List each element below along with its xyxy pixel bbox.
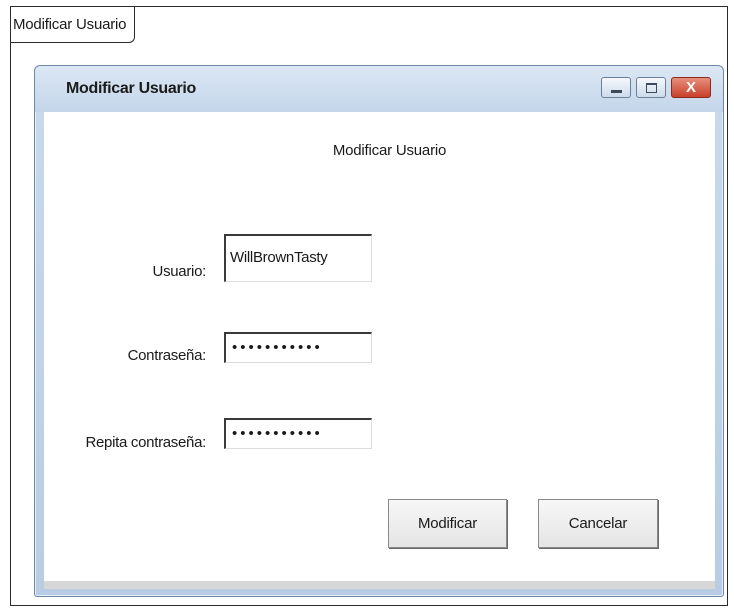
window-title: Modificar Usuario [66,80,197,97]
outer-frame: Modificar Usuario Modificar Usuario X Mo… [10,6,728,606]
usuario-input[interactable]: WillBrownTasty [224,234,372,282]
form-heading: Modificar Usuario [332,142,447,159]
maximize-icon[interactable] [636,77,666,98]
cancelar-button[interactable]: Cancelar [538,499,658,548]
dialog-content: Modificar Usuario Usuario: WillBrownTast… [44,112,715,581]
frame-tab: Modificar Usuario [11,7,136,43]
usuario-label: Usuario: [152,263,207,280]
modificar-button[interactable]: Modificar [388,499,507,548]
status-bar [44,581,715,589]
dialog-window: Modificar Usuario X Modificar Usuario Us… [34,65,724,597]
contrasena-input[interactable]: ••••••••••• [224,332,372,363]
repita-masked-value: ••••••••••• [232,425,323,442]
repita-contrasena-input[interactable]: ••••••••••• [224,418,372,449]
frame-tab-label: Modificar Usuario [11,7,136,43]
contrasena-masked-value: ••••••••••• [232,339,323,356]
close-icon[interactable]: X [671,77,711,98]
title-bar[interactable]: Modificar Usuario X [35,66,723,112]
repita-contrasena-label: Repita contraseña: [85,434,206,451]
minimize-icon[interactable] [601,77,631,98]
contrasena-label: Contraseña: [127,347,207,364]
